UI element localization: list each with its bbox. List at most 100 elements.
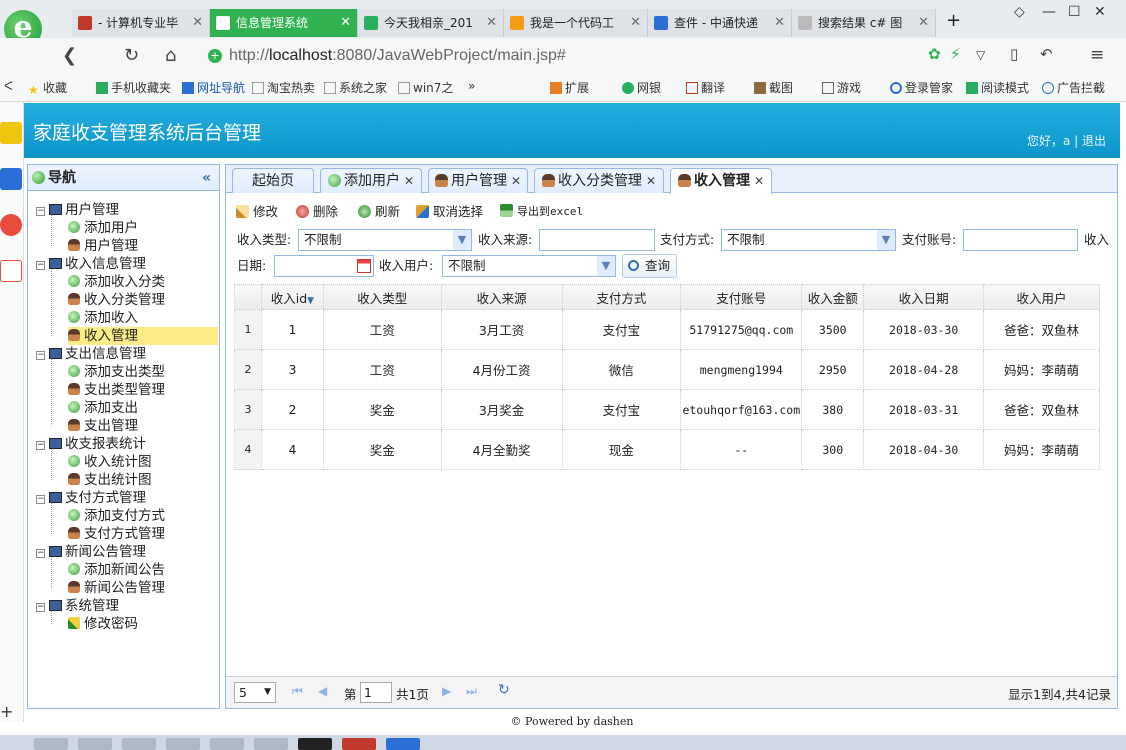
ext-translate[interactable]: 翻译 — [686, 79, 725, 96]
user-greeting-logout[interactable]: 您好，a | 退出 — [1027, 132, 1106, 149]
sidebar-item[interactable]: 支出统计图 — [68, 471, 218, 489]
taskbar-app-icon[interactable] — [386, 738, 420, 750]
fav-item-taobao[interactable]: 淘宝热卖 — [252, 79, 315, 96]
sidebar-item[interactable]: 修改密码 — [68, 615, 218, 633]
prev-page-icon[interactable]: ◀ — [318, 684, 327, 698]
chevron-down-icon[interactable]: ▽ — [976, 48, 985, 62]
tab-income-category[interactable]: 收入分类管理 ✕ — [534, 168, 664, 193]
sidebar-item[interactable]: 收入管理 — [68, 327, 218, 345]
reload-icon[interactable]: ↻ — [124, 45, 139, 66]
income-user-select[interactable]: 不限制 ▼ — [442, 255, 616, 277]
sidebar-group[interactable]: − 支出信息管理 — [36, 345, 146, 363]
close-icon[interactable]: ✕ — [404, 174, 414, 188]
home-icon[interactable]: ⌂ — [165, 45, 176, 66]
sidebar-item[interactable]: 添加收入 — [68, 309, 218, 327]
column-header[interactable]: 收入用户 — [983, 284, 1100, 310]
income-type-select[interactable]: 不限制 ▼ — [298, 229, 472, 251]
sidebar-group[interactable]: − 用户管理 — [36, 201, 119, 219]
tab-start[interactable]: 起始页 — [232, 168, 314, 193]
sidebar-item[interactable]: 新闻公告管理 — [68, 579, 218, 597]
browser-tab-3[interactable]: 今天我相亲_201 ✕ — [358, 9, 504, 37]
collapse-toggle-icon[interactable]: − — [36, 351, 45, 360]
sidebar-item[interactable]: 收入统计图 — [68, 453, 218, 471]
taskbar-app-icon[interactable] — [122, 738, 156, 750]
minimize-icon[interactable]: — — [1042, 4, 1056, 20]
weibo-icon[interactable] — [0, 214, 22, 236]
close-window-icon[interactable]: ✕ — [1094, 4, 1106, 20]
sidebar-item[interactable]: 支出管理 — [68, 417, 218, 435]
sidebar-item[interactable]: 添加支出类型 — [68, 363, 218, 381]
income-date-input[interactable] — [274, 255, 374, 277]
column-header[interactable]: 收入类型 — [322, 284, 442, 310]
page-size-select[interactable]: 5 ▼ — [234, 682, 276, 703]
unselect-button[interactable]: 取消选择 — [416, 202, 483, 222]
table-row[interactable]: 1 1 工资 3月工资 支付宝 51791275@qq.com 3500 2018-03-30… — [234, 309, 1100, 350]
close-icon[interactable]: ✕ — [486, 9, 497, 37]
more-favorites-button[interactable]: » — [468, 79, 475, 93]
sidebar-item[interactable]: 支付方式管理 — [68, 525, 218, 543]
browser-tab-5[interactable]: 查件 - 中通快递 ✕ — [648, 9, 792, 37]
taskbar-app-icon[interactable] — [298, 738, 332, 750]
maximize-icon[interactable]: ☐ — [1068, 4, 1081, 20]
new-tab-button[interactable]: + — [946, 10, 961, 31]
column-header[interactable]: 收入来源 — [440, 284, 563, 310]
collapse-icon[interactable]: « — [202, 165, 211, 191]
delete-button[interactable]: 删除 — [296, 202, 338, 222]
collapse-toggle-icon[interactable]: − — [36, 549, 45, 558]
back-icon[interactable]: ❮ — [62, 45, 77, 66]
first-page-icon[interactable]: ⏮ — [292, 684, 303, 699]
close-icon[interactable]: ✕ — [646, 174, 656, 188]
undo-icon[interactable]: ↶ — [1040, 45, 1053, 63]
fav-item-xitong[interactable]: 系统之家 — [324, 79, 387, 96]
browser-tab-1[interactable]: - 计算机专业毕 ✕ — [72, 9, 210, 37]
collapse-toggle-icon[interactable]: − — [36, 441, 45, 450]
tab-add-user[interactable]: 添加用户 ✕ — [320, 168, 422, 193]
close-icon[interactable]: ✕ — [511, 174, 521, 188]
close-icon[interactable]: ✕ — [774, 9, 785, 37]
menu-icon[interactable]: ≡ — [1090, 45, 1104, 65]
collapse-toggle-icon[interactable]: − — [36, 261, 45, 270]
table-row[interactable]: 4 4 奖金 4月全勤奖 现金 -- 300 2018-04-30 妈妈：李萌萌 — [234, 429, 1100, 470]
edit-button[interactable]: 修改 — [236, 202, 278, 222]
star-icon[interactable] — [0, 122, 22, 144]
column-header[interactable]: 支付方式 — [561, 284, 682, 310]
table-row[interactable]: 3 2 奖金 3月奖金 支付宝 etouhqorf@163.com 380 2018-03-3… — [234, 389, 1100, 430]
list-icon[interactable] — [0, 168, 22, 190]
sidebar-item[interactable]: 收入分类管理 — [68, 291, 218, 309]
taskbar-app-icon[interactable] — [342, 738, 376, 750]
export-excel-button[interactable]: 导出到excel — [500, 202, 583, 222]
sidebar-item[interactable]: 添加支付方式 — [68, 507, 218, 525]
collapse-toggle-icon[interactable]: − — [36, 603, 45, 612]
pay-account-input[interactable] — [963, 229, 1078, 251]
ext-reader[interactable]: 阅读模式 — [966, 79, 1029, 96]
sidebar-group[interactable]: − 支付方式管理 — [36, 489, 146, 507]
column-header[interactable]: 收入id▼ — [260, 284, 324, 310]
close-icon[interactable]: ✕ — [192, 9, 203, 37]
sidebar-group[interactable]: − 系统管理 — [36, 597, 119, 615]
ext-login[interactable]: 登录管家 — [890, 79, 953, 96]
pay-method-select[interactable]: 不限制 ▼ — [721, 229, 896, 251]
taskbar-app-icon[interactable] — [254, 738, 288, 750]
sidebar-group[interactable]: − 收支报表统计 — [36, 435, 146, 453]
browser-tab-4[interactable]: 我是一个代码工 ✕ — [504, 9, 648, 37]
fav-item-收藏[interactable]: ★ 收藏 — [28, 79, 67, 97]
favbar-toggle-icon[interactable]: ᐸ — [4, 79, 13, 93]
sidebar-item[interactable]: 用户管理 — [68, 237, 218, 255]
url-field[interactable]: http://localhost:8080/JavaWebProject/mai… — [205, 44, 1005, 68]
collapse-toggle-icon[interactable]: − — [36, 207, 45, 216]
sidebar-item[interactable]: 添加新闻公告 — [68, 561, 218, 579]
reload-icon[interactable]: ↻ — [498, 682, 510, 698]
tab-income-manage[interactable]: 收入管理 ✕ — [670, 168, 772, 194]
tab-user-manage[interactable]: 用户管理 ✕ — [428, 168, 528, 193]
ext-adblock[interactable]: 广告拦截 — [1042, 79, 1105, 96]
skin-icon[interactable]: ◇ — [1014, 4, 1025, 20]
calendar-icon[interactable] — [357, 259, 371, 273]
taskbar-app-icon[interactable] — [34, 738, 68, 750]
refresh-button[interactable]: 刷新 — [358, 202, 400, 222]
sidebar-item[interactable]: 添加收入分类 — [68, 273, 218, 291]
fav-item-mobile[interactable]: 手机收藏夹 — [96, 79, 171, 96]
column-header[interactable]: 支付账号 — [680, 284, 803, 310]
ext-games[interactable]: 游戏 — [822, 79, 861, 96]
browser-tab-2[interactable]: 信息管理系统 ✕ — [210, 9, 358, 37]
sidebar-group[interactable]: − 收入信息管理 — [36, 255, 146, 273]
